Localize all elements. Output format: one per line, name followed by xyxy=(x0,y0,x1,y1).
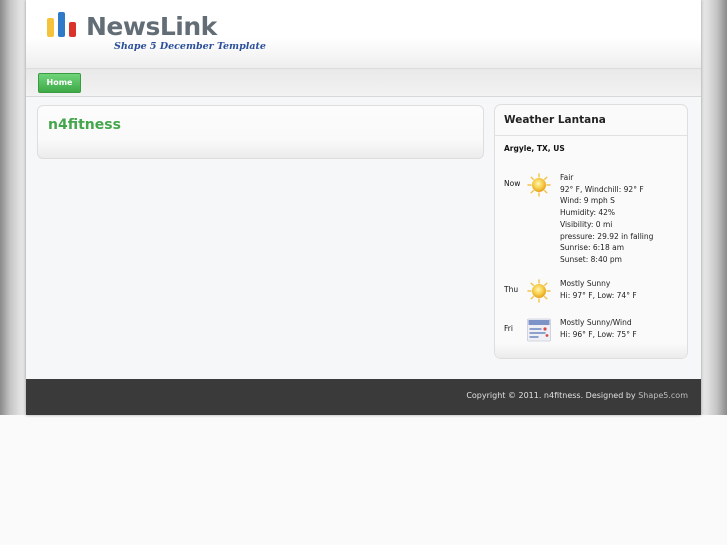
weather-forecast-thu-details: Mostly Sunny Hi: 97° F, Low: 74° F xyxy=(560,278,637,301)
weather-forecast-day-thu: Thu xyxy=(504,285,519,294)
weather-now-details: Fair 92° F, Windchill: 92° F Wind: 9 mph… xyxy=(560,172,653,266)
weather-title-bar: Weather Lantana xyxy=(495,105,687,136)
weather-forecast-fri-details: Mostly Sunny/Wind Hi: 96° F, Low: 75° F xyxy=(560,317,637,340)
weather-now-sunrise: Sunrise: 6:18 am xyxy=(560,243,624,253)
weather-forecast-fri-temps: Hi: 96° F, Low: 75° F xyxy=(560,329,637,339)
article-title[interactable]: n4fitness xyxy=(48,117,121,133)
wind-icon xyxy=(527,318,551,342)
sun-icon xyxy=(527,279,551,303)
weather-now-pressure: pressure: 29.92 in falling xyxy=(560,231,654,241)
site-container: NewsLink Shape 5 December Template Home … xyxy=(26,0,701,415)
weather-now-condition: Fair xyxy=(560,173,574,182)
weather-title: Weather Lantana xyxy=(504,114,606,126)
weather-widget-bottom xyxy=(495,344,687,358)
weather-forecast-day-fri: Fri xyxy=(504,324,513,333)
weather-widget: Weather Lantana Argyle, TX, US Now Fair … xyxy=(494,104,688,359)
footer-text: Copyright © 2011. n4fitness. Designed by… xyxy=(466,391,688,400)
sun-icon xyxy=(527,173,551,197)
weather-now-humidity: Humidity: 42% xyxy=(560,208,616,218)
logo-name: NewsLink xyxy=(86,12,217,41)
weather-now-temperature: 92° F, Windchill: 92° F xyxy=(560,184,644,194)
weather-now-wind: Wind: 9 mph S xyxy=(560,196,615,206)
weather-location: Argyle, TX, US xyxy=(504,144,565,153)
weather-now-visibility: Visibility: 0 mi xyxy=(560,219,613,229)
footer-designer-link[interactable]: Shape5.com xyxy=(638,391,688,400)
weather-forecast-thu-condition: Mostly Sunny xyxy=(560,279,611,288)
weather-now-label: Now xyxy=(504,179,521,188)
site-header: NewsLink Shape 5 December Template xyxy=(26,0,701,68)
site-footer: Copyright © 2011. n4fitness. Designed by… xyxy=(26,379,701,415)
nav-home-button[interactable]: Home xyxy=(38,73,81,93)
weather-forecast-fri-condition: Mostly Sunny/Wind xyxy=(560,318,632,327)
footer-copyright: Copyright © 2011. n4fitness. Designed by xyxy=(466,391,636,400)
main-navigation: Home xyxy=(26,68,701,97)
weather-now-sunset: Sunset: 8:40 pm xyxy=(560,254,622,264)
weather-forecast-thu-temps: Hi: 97° F, Low: 74° F xyxy=(560,290,637,300)
article-panel: n4fitness xyxy=(37,105,484,159)
logo-tagline: Shape 5 December Template xyxy=(114,41,266,52)
bar-chart-logo-icon xyxy=(47,12,76,37)
